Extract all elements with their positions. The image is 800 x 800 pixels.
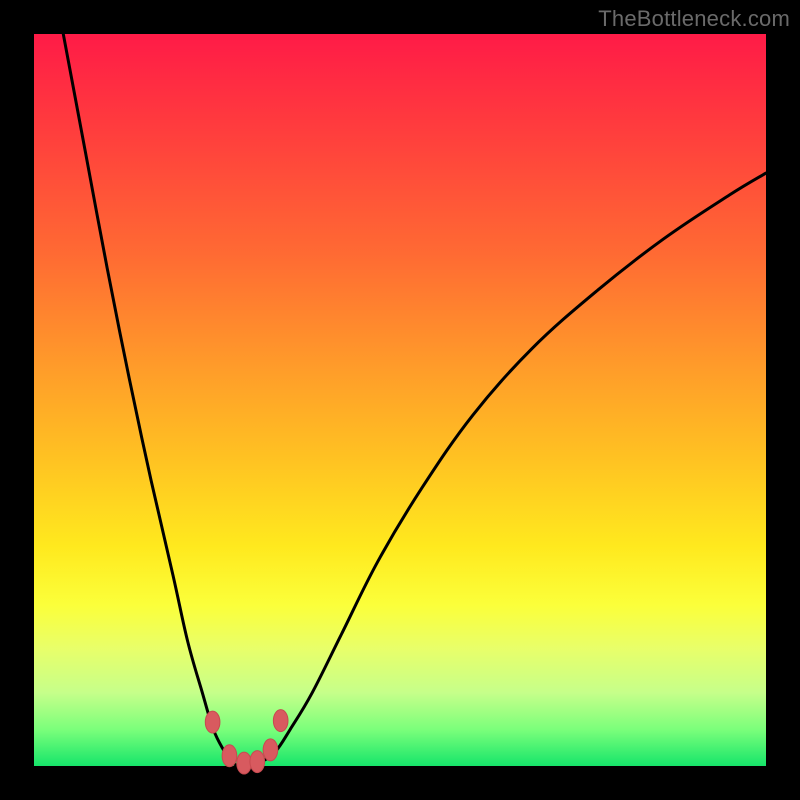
trough-marker [263, 739, 278, 761]
trough-marker [273, 710, 288, 732]
bottleneck-curve [34, 34, 766, 766]
watermark-text: TheBottleneck.com [598, 6, 790, 32]
trough-marker [205, 711, 220, 733]
curve-left-branch [63, 34, 239, 766]
chart-frame: TheBottleneck.com [0, 0, 800, 800]
trough-marker [222, 745, 237, 767]
curve-right-branch [254, 173, 766, 766]
trough-marker [237, 752, 252, 774]
trough-marker [250, 751, 265, 773]
plot-area [34, 34, 766, 766]
